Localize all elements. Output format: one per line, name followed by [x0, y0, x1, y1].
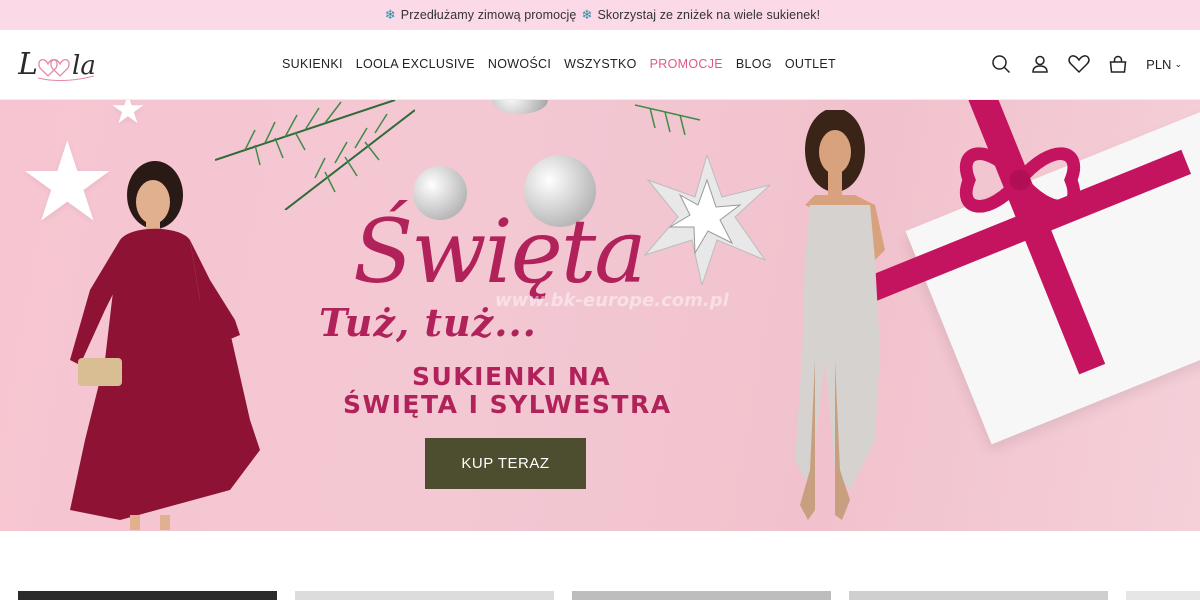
snowflake-icon: ❄ — [581, 7, 593, 22]
nav-item-blog[interactable]: BLOG — [736, 57, 772, 71]
snowflake-icon: ❄ — [384, 7, 396, 22]
nav-item-outlet[interactable]: OUTLET — [785, 57, 836, 71]
shop-now-button[interactable]: KUP TERAZ — [425, 438, 586, 489]
product-thumbnail[interactable] — [572, 591, 831, 600]
nav-item-loola-exclusive[interactable]: LOOLA EXCLUSIVE — [356, 57, 475, 71]
chevron-down-icon: ⌄ — [1174, 58, 1182, 69]
ornament-decoration — [492, 100, 548, 114]
svg-text:L: L — [18, 47, 38, 82]
nav-item-promocje[interactable]: PROMOCJE — [650, 57, 723, 71]
site-header: L la SUKIENKI LOOLA EXCLUSIVE NOWOŚCI WS… — [0, 30, 1200, 100]
model-silver-dress — [795, 110, 885, 520]
hero-subline-2: ŚWIĘTA I SYLWESTRA — [343, 390, 672, 419]
nav-item-sukienki[interactable]: SUKIENKI — [282, 57, 343, 71]
account-icon[interactable] — [1028, 52, 1052, 76]
bow-decoration — [959, 147, 1081, 213]
main-nav: SUKIENKI LOOLA EXCLUSIVE NOWOŚCI WSZYSTK… — [282, 57, 849, 71]
star-decoration: ★ — [110, 100, 146, 132]
hero-headline-text: Święta — [353, 200, 647, 303]
heart-icon[interactable] — [1067, 52, 1091, 76]
announcement-text-2: Skorzystaj ze zniżek na wiele sukienek! — [597, 8, 821, 22]
silver-bow-decoration — [643, 155, 771, 285]
watermark-text: www.bk-europe.com.pl — [495, 290, 729, 311]
product-thumbnail[interactable] — [295, 591, 554, 600]
currency-label: PLN — [1146, 56, 1172, 72]
pine-branch-decoration — [634, 104, 701, 136]
cart-icon[interactable] — [1106, 52, 1130, 76]
nav-item-nowosci[interactable]: NOWOŚCI — [488, 57, 551, 71]
announcement-bar: ❄ Przedłużamy zimową promocję ❄ Skorzyst… — [0, 0, 1200, 30]
product-thumbnail[interactable] — [1126, 591, 1200, 600]
hero-banner[interactable]: ★ ★ Święta Tuż, tuż... www.bk-europe.com… — [0, 100, 1200, 531]
product-thumbnail[interactable] — [18, 591, 277, 600]
model-burgundy-dress — [70, 161, 260, 530]
site-logo[interactable]: L la — [17, 42, 98, 84]
product-thumbnails-row — [18, 591, 1200, 600]
logo-mark: L la — [17, 47, 96, 82]
header-actions: PLN ⌄ — [974, 52, 1182, 76]
search-icon[interactable] — [989, 52, 1013, 76]
product-thumbnail[interactable] — [849, 591, 1108, 600]
currency-selector[interactable]: PLN ⌄ — [1146, 57, 1182, 72]
announcement-text: Przedłużamy zimową promocję — [400, 8, 577, 22]
nav-item-wszystko[interactable]: WSZYSTKO — [564, 57, 637, 71]
hero-subline-1: SUKIENKI NA — [412, 362, 612, 391]
